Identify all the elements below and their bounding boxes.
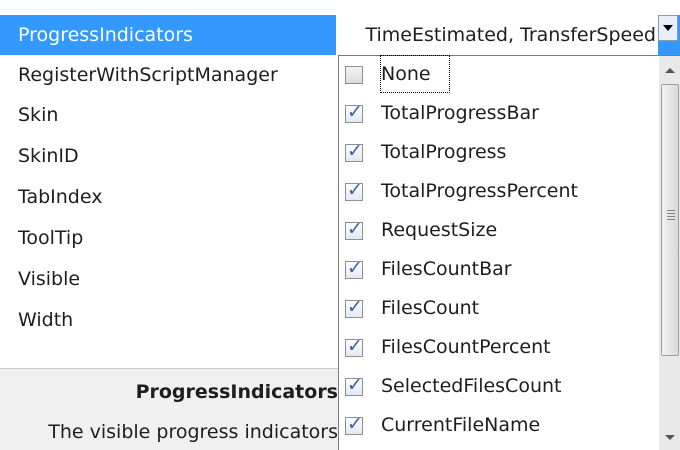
list-item-label: TotalProgressBar	[381, 102, 539, 124]
description-panel: ProgressIndicators The visible progress …	[0, 368, 340, 450]
scroll-up-arrow-icon[interactable]	[659, 60, 680, 82]
list-item-filescountpercent[interactable]: FilesCountPercent	[339, 329, 659, 367]
checkbox[interactable]	[345, 257, 363, 279]
grip-icon	[667, 210, 675, 220]
description-text: The visible progress indicators	[48, 421, 338, 443]
checkbox[interactable]	[345, 413, 363, 435]
checkbox[interactable]	[345, 101, 363, 123]
checkbox[interactable]	[345, 374, 363, 396]
list-item-label: SelectedFilesCount	[381, 375, 562, 397]
checkbox[interactable]	[345, 335, 363, 357]
list-item-none[interactable]: None	[339, 55, 659, 94]
dropdown-arrow-icon[interactable]	[658, 15, 678, 41]
list-item-label: FilesCountPercent	[381, 336, 551, 358]
list-item-label: TotalProgressPercent	[381, 180, 578, 202]
property-value-text: TimeEstimated, TransferSpeed	[365, 24, 656, 46]
list-item-filescount[interactable]: FilesCount	[339, 290, 659, 328]
checkbox[interactable]	[345, 66, 363, 84]
property-name: SkinID	[18, 145, 79, 167]
scrollbar-thumb[interactable]	[661, 84, 679, 356]
property-row-progressindicators[interactable]: ProgressIndicators TimeEstimated, Transf…	[0, 15, 680, 55]
property-name: Width	[18, 309, 74, 331]
list-item-label: TotalProgress	[381, 141, 507, 163]
checkbox[interactable]	[345, 179, 363, 201]
list-item-totalprogresspercent[interactable]: TotalProgressPercent	[339, 173, 659, 211]
list-item-filescountbar[interactable]: FilesCountBar	[339, 251, 659, 289]
vertical-scrollbar[interactable]	[659, 56, 680, 450]
property-name: ToolTip	[18, 227, 84, 249]
property-name: RegisterWithScriptManager	[18, 64, 278, 86]
property-value-field[interactable]: TimeEstimated, TransferSpeed	[337, 15, 658, 55]
list-item-label: FilesCount	[381, 297, 480, 319]
list-item-totalprogressbar[interactable]: TotalProgressBar	[339, 95, 659, 133]
list-item-requestsize[interactable]: RequestSize	[339, 212, 659, 250]
scroll-down-arrow-icon[interactable]	[659, 426, 680, 448]
property-name: TabIndex	[18, 186, 103, 208]
checkbox[interactable]	[345, 218, 363, 240]
checkbox[interactable]	[345, 296, 363, 318]
list-item-label: RequestSize	[381, 219, 498, 241]
property-name: Skin	[18, 104, 59, 126]
list-item-totalprogress[interactable]: TotalProgress	[339, 134, 659, 172]
list-item-label: None	[380, 55, 450, 93]
description-title: ProgressIndicators	[135, 381, 338, 403]
checkbox[interactable]	[345, 140, 363, 162]
flags-dropdown-list[interactable]: None TotalProgressBar TotalProgress Tota…	[338, 55, 680, 450]
list-item-label: FilesCountBar	[381, 258, 512, 280]
list-item-selectedfilescount[interactable]: SelectedFilesCount	[339, 368, 659, 406]
list-item-currentfilename[interactable]: CurrentFileName	[339, 407, 659, 445]
property-name: ProgressIndicators	[18, 24, 193, 46]
property-name: Visible	[18, 268, 81, 290]
list-item-label: CurrentFileName	[381, 414, 541, 436]
